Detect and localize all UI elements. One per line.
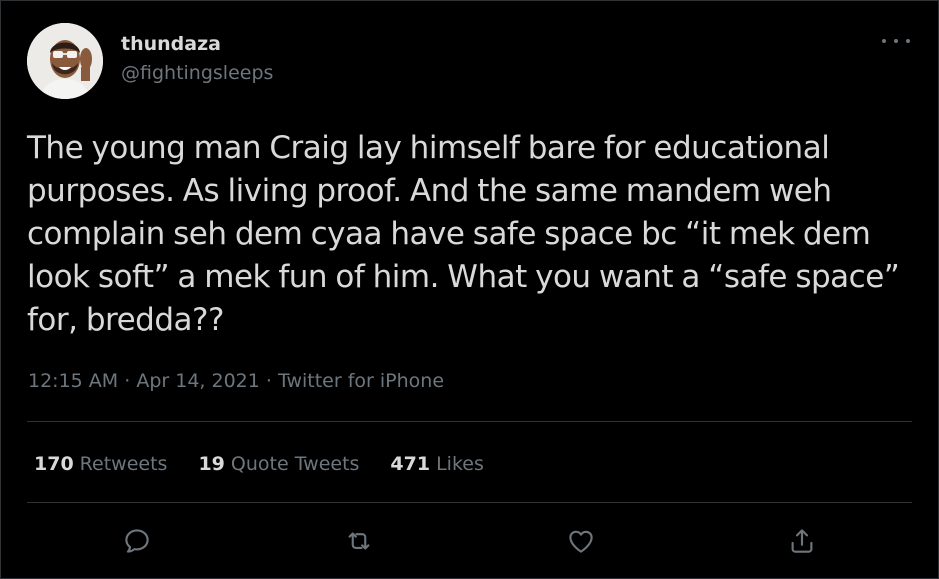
like-icon: [569, 530, 593, 553]
tweet-actions: [1, 523, 938, 559]
author-names: thundaza @fightingsleeps: [121, 32, 273, 86]
reply-button[interactable]: [119, 523, 155, 559]
tweet-header: thundaza @fightingsleeps: [27, 23, 273, 99]
more-icon-dot-3: [906, 39, 910, 43]
retweets-stat[interactable]: 170 Retweets: [34, 451, 167, 477]
meta-separator: ·: [124, 370, 131, 392]
meta-separator: ·: [265, 370, 272, 392]
tweet-meta: 12:15 AM · Apr 14, 2021 · Twitter for iP…: [28, 368, 444, 394]
tweet-text: The young man Craig lay himself bare for…: [27, 130, 900, 338]
share-button[interactable]: [784, 523, 820, 559]
likes-count: 471: [390, 453, 431, 475]
quote-tweets-count: 19: [198, 453, 225, 475]
avatar[interactable]: [27, 23, 103, 99]
divider: [27, 502, 912, 503]
quote-tweets-stat[interactable]: 19 Quote Tweets: [198, 451, 359, 477]
share-icon: [791, 529, 813, 553]
like-button[interactable]: [563, 523, 599, 559]
more-options-button[interactable]: [882, 31, 910, 51]
tweet-stats: 170 Retweets 19 Quote Tweets 471 Likes: [34, 451, 515, 477]
more-icon-dot-2: [894, 39, 898, 43]
quote-tweets-label: Quote Tweets: [230, 453, 360, 475]
retweet-button[interactable]: [341, 523, 377, 559]
reply-icon: [125, 529, 149, 553]
tweet-date: Apr 14, 2021: [136, 370, 260, 392]
retweet-icon: [348, 532, 370, 550]
tweet-time-link[interactable]: 12:15 AM · Apr 14, 2021: [28, 370, 260, 392]
author-handle[interactable]: @fightingsleeps: [121, 60, 273, 86]
likes-stat[interactable]: 471 Likes: [390, 451, 483, 477]
retweets-count: 170: [34, 453, 74, 475]
more-icon: [882, 39, 886, 43]
tweet-time: 12:15 AM: [28, 370, 119, 392]
likes-label: Likes: [436, 453, 484, 475]
tweet-source-link[interactable]: Twitter for iPhone: [278, 370, 444, 392]
avatar-photo-icon: [27, 23, 103, 99]
author-display-name[interactable]: thundaza: [121, 32, 273, 56]
retweets-label: Retweets: [79, 453, 168, 475]
tweet-card: thundaza @fightingsleeps The young man C…: [0, 0, 939, 579]
divider: [27, 421, 912, 422]
